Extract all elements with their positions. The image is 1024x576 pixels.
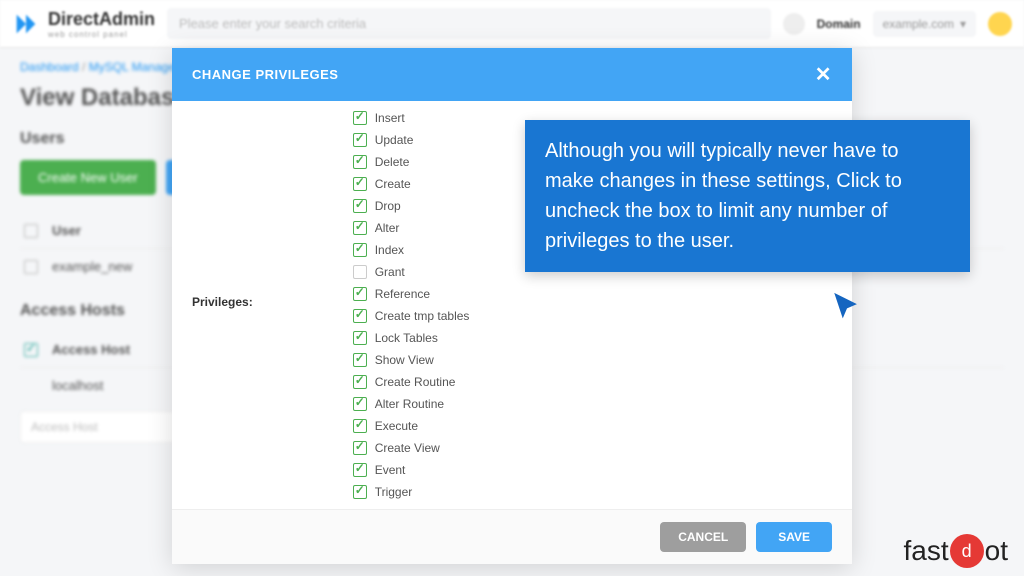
cancel-button[interactable]: CANCEL	[660, 522, 746, 552]
privilege-label: Delete	[375, 155, 410, 169]
privilege-label: Event	[375, 463, 406, 477]
privilege-checkbox[interactable]	[353, 287, 367, 301]
privilege-label: Insert	[375, 111, 405, 125]
privilege-item[interactable]: Create	[353, 177, 470, 191]
privilege-label: Lock Tables	[375, 331, 438, 345]
instruction-tooltip: Although you will typically never have t…	[525, 120, 970, 272]
privilege-label: Drop	[375, 199, 401, 213]
privilege-item[interactable]: Grant	[353, 265, 470, 279]
privilege-item[interactable]: Event	[353, 463, 470, 477]
privilege-label: Create tmp tables	[375, 309, 470, 323]
privilege-checkbox[interactable]	[353, 265, 367, 279]
save-button[interactable]: SAVE	[756, 522, 832, 552]
privilege-label: Show View	[375, 353, 434, 367]
privilege-label: Create View	[375, 441, 440, 455]
privilege-checkbox[interactable]	[353, 133, 367, 147]
privilege-checkbox[interactable]	[353, 177, 367, 191]
privilege-item[interactable]: Trigger	[353, 485, 470, 499]
privilege-item[interactable]: Lock Tables	[353, 331, 470, 345]
privilege-label: Create	[375, 177, 411, 191]
privilege-item[interactable]: Execute	[353, 419, 470, 433]
privilege-checkbox[interactable]	[353, 375, 367, 389]
privilege-checkbox[interactable]	[353, 331, 367, 345]
privilege-label: Update	[375, 133, 414, 147]
privileges-list: Insert Update Delete Create Drop Alter Index Gr…	[353, 111, 470, 499]
privilege-label: Grant	[375, 265, 405, 279]
privilege-checkbox[interactable]	[353, 309, 367, 323]
privilege-checkbox[interactable]	[353, 441, 367, 455]
privilege-label: Index	[375, 243, 404, 257]
privilege-checkbox[interactable]	[353, 243, 367, 257]
privilege-checkbox[interactable]	[353, 485, 367, 499]
privilege-item[interactable]: Alter Routine	[353, 397, 470, 411]
privilege-label: Alter	[375, 221, 400, 235]
privilege-item[interactable]: Index	[353, 243, 470, 257]
privilege-item[interactable]: Reference	[353, 287, 470, 301]
privilege-item[interactable]: Delete	[353, 155, 470, 169]
privilege-item[interactable]: Show View	[353, 353, 470, 367]
privilege-checkbox[interactable]	[353, 353, 367, 367]
privilege-item[interactable]: Update	[353, 133, 470, 147]
privilege-label: Execute	[375, 419, 418, 433]
privilege-checkbox[interactable]	[353, 155, 367, 169]
privilege-checkbox[interactable]	[353, 111, 367, 125]
privilege-checkbox[interactable]	[353, 463, 367, 477]
privilege-label: Trigger	[375, 485, 413, 499]
privilege-label: Reference	[375, 287, 430, 301]
privilege-item[interactable]: Drop	[353, 199, 470, 213]
privilege-item[interactable]: Create View	[353, 441, 470, 455]
cursor-icon	[830, 290, 864, 332]
close-icon[interactable]: ✕	[815, 62, 832, 87]
privilege-checkbox[interactable]	[353, 221, 367, 235]
privilege-item[interactable]: Alter	[353, 221, 470, 235]
privilege-checkbox[interactable]	[353, 397, 367, 411]
modal-header: CHANGE PRIVILEGES ✕	[172, 48, 852, 101]
privilege-checkbox[interactable]	[353, 419, 367, 433]
privilege-item[interactable]: Create tmp tables	[353, 309, 470, 323]
privilege-item[interactable]: Create Routine	[353, 375, 470, 389]
watermark: fastdot	[904, 534, 1009, 568]
modal-title: CHANGE PRIVILEGES	[192, 67, 338, 82]
modal-footer: CANCEL SAVE	[172, 509, 852, 564]
privilege-item[interactable]: Insert	[353, 111, 470, 125]
privilege-label: Alter Routine	[375, 397, 444, 411]
modal-backdrop: CHANGE PRIVILEGES ✕ Privileges: Insert Up…	[0, 0, 1024, 576]
privilege-checkbox[interactable]	[353, 199, 367, 213]
privilege-label: Create Routine	[375, 375, 456, 389]
privileges-label: Privileges:	[192, 111, 253, 499]
